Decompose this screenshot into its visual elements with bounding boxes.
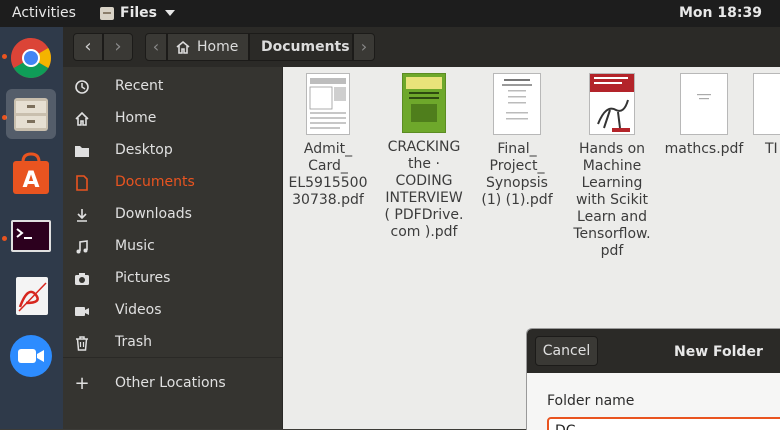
chrome-icon: [11, 38, 51, 78]
sidebar-item-label: Pictures: [115, 270, 171, 286]
dock-item-zoom[interactable]: [6, 331, 56, 381]
sidebar-item-other-locations[interactable]: + Other Locations: [63, 368, 282, 400]
files-icon: [14, 98, 48, 131]
dock-item-terminal[interactable]: [6, 211, 56, 261]
header-bar: ‹ › ‹ Home Documents ›: [63, 27, 780, 67]
sidebar-item-label: Documents: [115, 174, 195, 190]
dock-item-files[interactable]: [6, 89, 56, 139]
breadcrumb-home-label: Home: [197, 39, 239, 55]
file-name: TI: [765, 141, 778, 157]
document-icon: [74, 175, 90, 191]
software-icon: A: [13, 152, 49, 194]
cancel-button[interactable]: Cancel: [535, 336, 598, 366]
pdf-thumbnail: [680, 73, 728, 135]
top-bar: Activities Files Mon 18:39: [0, 0, 780, 27]
sidebar-item-label: Downloads: [115, 206, 192, 222]
plus-icon: +: [74, 373, 90, 394]
file-item[interactable]: CRACKING the · CODING INTERVIEW ( PDFDri…: [377, 73, 471, 241]
pdf-viewer-icon: [16, 277, 48, 315]
home-icon: [74, 111, 90, 127]
dialog-title: New Folder: [674, 344, 763, 360]
path-scroll-right-button[interactable]: ›: [353, 33, 375, 61]
zoom-icon: [10, 335, 52, 377]
sidebar-item-label: Trash: [115, 334, 152, 350]
sidebar-item-label: Other Locations: [115, 375, 226, 391]
sidebar-item-downloads[interactable]: Downloads: [63, 199, 282, 231]
music-icon: [74, 239, 90, 255]
dock-item-document-viewer[interactable]: [6, 271, 56, 321]
back-button[interactable]: ‹: [73, 33, 103, 61]
chevron-right-icon: ›: [360, 37, 368, 56]
download-icon: [74, 207, 90, 223]
breadcrumb-documents-label: Documents: [261, 39, 350, 55]
file-item[interactable]: Final_ Project_ Synopsis (1) (1).pdf: [470, 73, 564, 209]
folder-icon: [74, 143, 90, 159]
sidebar-item-label: Desktop: [115, 142, 173, 158]
activities-button[interactable]: Activities: [12, 5, 76, 21]
sidebar-item-home[interactable]: Home: [63, 103, 282, 135]
svg-text:A: A: [22, 168, 39, 193]
file-item[interactable]: Admit_ Card_ EL5915500 30738.pdf: [281, 73, 375, 209]
sidebar-item-desktop[interactable]: Desktop: [63, 135, 282, 167]
sidebar-item-documents[interactable]: Documents: [63, 167, 282, 199]
file-item[interactable]: mathcs.pdf: [657, 73, 751, 158]
pdf-thumbnail: [402, 73, 446, 133]
file-name: Hands on Machine Learning with Scikit Le…: [573, 141, 651, 259]
pdf-thumbnail: [493, 73, 541, 135]
file-item[interactable]: TI: [745, 73, 780, 158]
file-name: Admit_ Card_ EL5915500 30738.pdf: [288, 141, 368, 208]
places-sidebar: Recent Home Desktop Documents Downloads …: [63, 67, 283, 429]
chevron-down-icon: [165, 10, 175, 16]
dock-item-chrome[interactable]: [6, 33, 56, 83]
pdf-thumbnail: [589, 73, 635, 135]
folder-name-label: Folder name: [547, 393, 635, 409]
home-icon: [176, 40, 190, 54]
chevron-left-icon: ‹: [152, 37, 160, 56]
pdf-thumbnail: [306, 73, 350, 135]
files-icon: [100, 6, 114, 20]
breadcrumb-home[interactable]: Home: [167, 33, 249, 61]
folder-name-input[interactable]: [547, 417, 780, 430]
sidebar-item-label: Videos: [115, 302, 162, 318]
dialog-header: Cancel New Folder: [527, 329, 780, 373]
sidebar-item-trash[interactable]: Trash: [63, 327, 282, 359]
clock[interactable]: Mon 18:39: [679, 5, 762, 21]
sidebar-item-label: Home: [115, 110, 157, 126]
terminal-icon: [11, 220, 51, 252]
file-name: mathcs.pdf: [664, 141, 744, 157]
new-folder-dialog: Cancel New Folder Folder name: [526, 328, 780, 430]
sidebar-item-videos[interactable]: Videos: [63, 295, 282, 327]
chevron-left-icon: ‹: [84, 36, 92, 57]
sidebar-item-label: Music: [115, 238, 155, 254]
breadcrumb-documents[interactable]: Documents: [249, 33, 353, 61]
sidebar-item-recent[interactable]: Recent: [63, 71, 282, 103]
path-scroll-left-button[interactable]: ‹: [145, 33, 167, 61]
dock: A: [0, 27, 63, 429]
sidebar-item-pictures[interactable]: Pictures: [63, 263, 282, 295]
sidebar-divider: [63, 357, 282, 358]
video-icon: [74, 303, 90, 319]
trash-icon: [74, 335, 90, 351]
file-name: CRACKING the · CODING INTERVIEW ( PDFDri…: [384, 139, 464, 240]
camera-icon: [74, 271, 90, 287]
sidebar-item-label: Recent: [115, 78, 164, 94]
sidebar-item-music[interactable]: Music: [63, 231, 282, 263]
chevron-right-icon: ›: [114, 36, 122, 57]
forward-button[interactable]: ›: [103, 33, 133, 61]
clock-icon: [74, 79, 90, 95]
app-menu[interactable]: Files: [100, 5, 175, 21]
pdf-thumbnail: [753, 73, 780, 135]
app-menu-label: Files: [120, 5, 157, 21]
dock-item-software[interactable]: A: [6, 149, 56, 199]
file-name: Final_ Project_ Synopsis (1) (1).pdf: [481, 141, 553, 208]
file-item[interactable]: Hands on Machine Learning with Scikit Le…: [565, 73, 659, 260]
